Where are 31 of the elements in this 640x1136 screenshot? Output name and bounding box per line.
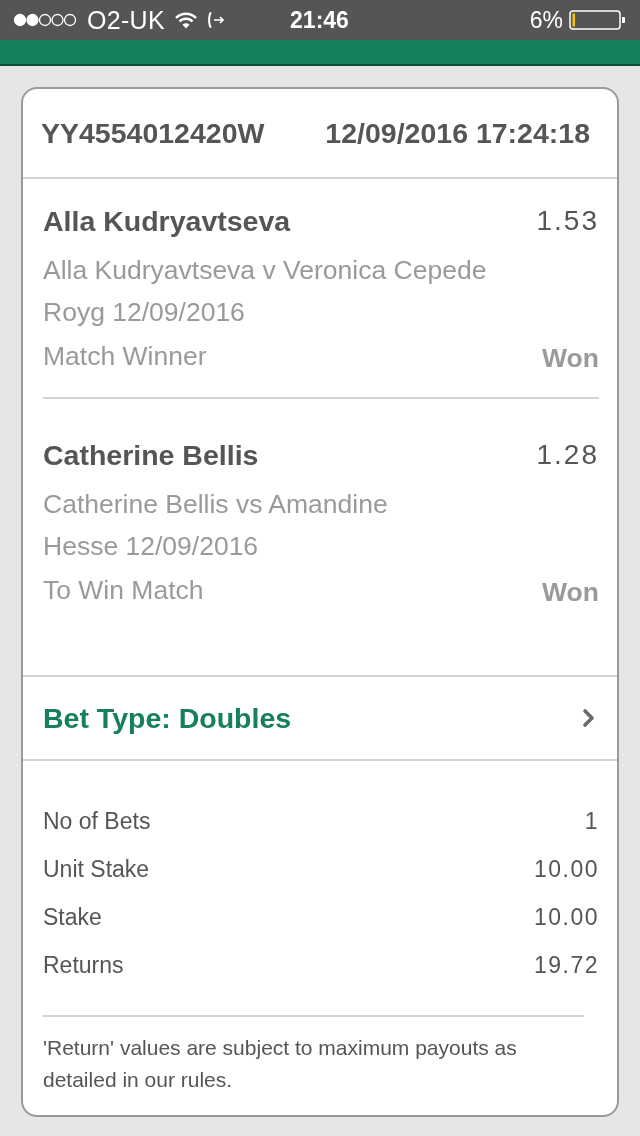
bet-date-time: 12/09/2016 17:24:18 [325, 116, 590, 150]
selection-result: Won [542, 576, 599, 609]
carrier-name: O2-UK [87, 5, 165, 35]
event-description: Royg 12/09/2016 [43, 296, 245, 329]
clock-time: 21:46 [290, 6, 349, 34]
selection-odds: 1.53 [536, 204, 599, 238]
summary-label: Returns [43, 951, 124, 979]
selection-result: Won [542, 342, 599, 375]
summary-value: 19.72 [533, 951, 599, 979]
selection-name: Catherine Bellis [43, 438, 259, 473]
summary-label: No of Bets [43, 807, 151, 835]
bet-reference: YY4554012420W [41, 116, 265, 150]
summary-label: Unit Stake [43, 855, 150, 883]
battery-percent: 6% [529, 6, 563, 34]
selection-odds: 1.28 [536, 438, 599, 472]
market-name: Match Winner [43, 340, 207, 373]
disclaimer-text: 'Return' values are subject to maximum payouts as detailed in our rules. [43, 1035, 518, 1093]
event-description: Catherine Bellis vs Amandine [43, 488, 388, 521]
summary-value: 10.00 [533, 855, 599, 883]
selection-name: Alla Kudryavtseva [43, 204, 291, 239]
summary-label: Stake [43, 903, 102, 931]
summary-value: 1 [584, 807, 599, 835]
event-description: Alla Kudryavtseva v Veronica Cepede [43, 254, 487, 287]
chevron-right-icon [582, 708, 595, 728]
market-name: To Win Match [43, 574, 204, 607]
phone-arrow-icon [206, 11, 225, 29]
battery-icon [569, 10, 626, 30]
signal-strength-icon [13, 13, 77, 27]
summary-value: 10.00 [533, 903, 599, 931]
event-description: Hesse 12/09/2016 [43, 530, 259, 563]
wifi-icon [174, 11, 197, 29]
